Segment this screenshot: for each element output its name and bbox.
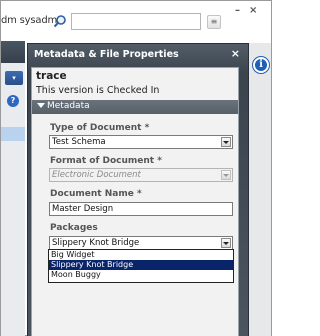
packages-label: Packages [50,223,98,233]
right-sidebar [249,43,271,336]
info-icon[interactable]: i [253,57,269,73]
document-name-value: Master Design [52,204,114,214]
chevron-down-icon [221,170,231,180]
background-dropdown[interactable]: ▾ [5,71,23,85]
collapse-arrow-icon[interactable] [37,103,45,108]
packages-dropdown-list: Big Widget Slippery Knot Bridge Moon Bug… [48,249,234,283]
document-title: trace [36,70,67,82]
dialog-close-button[interactable]: × [231,47,240,60]
background-selected-row[interactable] [1,127,25,141]
dialog-title: Metadata & File Properties [34,49,179,60]
search-icon[interactable] [53,13,67,28]
document-name-label: Document Name * [50,189,142,199]
packages-select[interactable]: Slippery Knot Bridge [49,236,233,250]
dropdown-option[interactable]: Big Widget [49,250,233,260]
search-input[interactable] [71,13,201,30]
help-icon[interactable]: ? [7,95,19,107]
background-app-panel [1,41,25,336]
format-of-document-value: Electronic Document [52,170,141,180]
dropdown-option[interactable]: Moon Buggy [49,270,233,280]
format-of-document-select: Electronic Document [49,168,233,182]
type-of-document-label: Type of Document * [50,123,150,133]
background-app-header [1,41,25,63]
section-label: Metadata [47,101,90,111]
properties-panel: trace This version is Checked In Metadat… [31,67,239,336]
metadata-section-header[interactable]: Metadata [32,100,238,114]
chevron-down-icon[interactable] [221,238,231,248]
document-name-input[interactable]: Master Design [49,202,233,216]
format-of-document-label: Format of Document * [50,156,162,166]
document-status: This version is Checked In [36,85,160,96]
user-name: dm sysadm [1,15,58,26]
search-options-button[interactable]: ≡ [207,15,221,29]
chevron-down-icon[interactable] [221,137,231,147]
type-of-document-select[interactable]: Test Schema [49,135,233,149]
close-window-button[interactable]: × [249,5,257,16]
packages-value: Slippery Knot Bridge [52,238,140,248]
minimize-button[interactable]: – [235,5,240,16]
dropdown-option-selected[interactable]: Slippery Knot Bridge [49,260,233,270]
type-of-document-value: Test Schema [52,137,106,147]
top-header: dm sysadm ≡ – × [1,1,271,41]
